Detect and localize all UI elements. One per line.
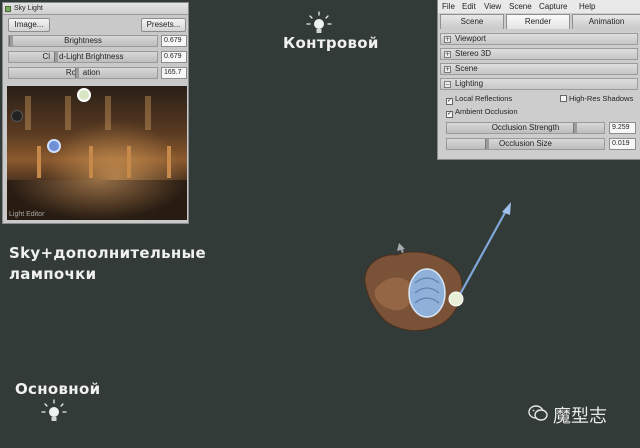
section-label: Scene [455,64,478,73]
expand-icon[interactable]: + [444,36,451,43]
light-handle[interactable] [448,291,464,307]
checkbox-label: Ambient Occlusion [455,107,518,116]
sky-lights-label-line1: Sky+дополнительные [9,244,206,262]
child-light-brightness-slider[interactable]: Cl d-Light Brightness [8,51,158,63]
sky-lights-label-line2: лампочки [9,265,97,283]
local-reflections-checkbox[interactable]: ✓ Local Reflections [446,94,512,105]
hdri-detail [167,146,171,178]
section-label: Stereo 3D [455,49,492,58]
hdri-detail [105,96,111,130]
light-editor-label: Light Editor [9,211,45,218]
occlusion-strength-label: Occlusion Strength [491,123,560,132]
checkmark-icon: ✓ [446,111,453,118]
tab-render[interactable]: Render [506,14,570,29]
brightness-value[interactable]: 0.679 [161,35,187,47]
section-lighting[interactable]: − Lighting [440,78,638,90]
brightness-label: Brightness [64,36,102,45]
menu-help[interactable]: Help [579,0,595,13]
selected-light-handle[interactable] [47,139,61,153]
checkbox-empty-icon [560,95,567,102]
environment-map-preview[interactable]: Light Editor [7,86,187,220]
hdri-detail [89,146,93,178]
ambient-occlusion-checkbox[interactable]: ✓ Ambient Occlusion [446,107,518,118]
wechat-icon [528,405,548,421]
child-light-brightness-row: Cl d-Light Brightness 0.679 [8,51,187,63]
occlusion-size-value[interactable]: 0.019 [609,138,636,150]
slider-knob[interactable] [9,36,13,46]
render-settings-panel: File Edit View Scene Capture Help Scene … [437,0,640,160]
sun-light-handle[interactable] [77,88,91,102]
model-viewport[interactable] [355,195,525,340]
hdri-detail [127,146,131,178]
collapse-icon[interactable] [5,6,11,12]
main-light-label: Основной [15,380,101,398]
slider-knob[interactable] [485,139,489,149]
tab-scene[interactable]: Scene [440,14,504,29]
slider-knob[interactable] [573,123,577,133]
expand-icon[interactable]: + [444,51,451,58]
child-light-brightness-value[interactable]: 0.679 [161,51,187,63]
checkbox-label: Local Reflections [455,94,513,103]
hdri-detail [145,96,151,130]
rotation-slider[interactable]: Ro ation [8,67,158,79]
menu-edit[interactable]: Edit [462,0,476,13]
back-light-label: Контровой [283,34,379,52]
occlusion-strength-value[interactable]: 9.259 [609,122,636,134]
light-direction-arrow-icon [502,202,511,215]
menu-scene[interactable]: Scene [509,0,532,13]
menu-file[interactable]: File [442,0,455,13]
main-light-bulb-icon[interactable] [41,399,67,425]
brightness-slider[interactable]: Brightness [8,35,158,47]
occlusion-size-slider[interactable]: Occlusion Size [446,138,605,150]
tab-animation[interactable]: Animation [572,14,640,29]
occlusion-strength-slider[interactable]: Occlusion Strength [446,122,605,134]
section-viewport[interactable]: + Viewport [440,33,638,45]
menu-capture[interactable]: Capture [539,0,567,13]
slider-knob[interactable] [54,52,58,62]
hdri-detail [65,96,71,130]
watermark-text: 魔型志 [553,406,607,427]
section-label: Lighting [455,79,484,88]
tab-bar: Scene Render Animation [440,14,640,29]
slider-knob[interactable] [75,68,79,78]
section-label: Viewport [455,34,486,43]
expand-icon[interactable]: + [444,66,451,73]
section-scene[interactable]: + Scene [440,63,638,75]
rotation-row: Ro ation 165.7 [8,67,187,79]
menu-bar: File Edit View Scene Capture Help [438,0,640,13]
sky-light-title: Sky Light [14,5,43,12]
sky-light-panel: Sky Light Image... Presets... Brightness… [2,2,189,224]
hdri-detail [37,146,41,178]
brightness-row: Brightness 0.679 [8,35,187,47]
section-stereo-3d[interactable]: + Stereo 3D [440,48,638,60]
high-res-shadows-checkbox[interactable]: High-Res Shadows [560,94,633,104]
image-button[interactable]: Image... [8,18,50,32]
occlusion-size-label: Occlusion Size [499,139,552,148]
checkmark-icon: ✓ [446,98,453,105]
presets-button[interactable]: Presets... [141,18,186,32]
rotation-value[interactable]: 165.7 [161,67,187,79]
menu-view[interactable]: View [484,0,501,13]
model-highlight [408,268,446,318]
light-handle[interactable] [11,110,23,122]
rotation-label: Ro ation [65,68,101,77]
gizmo-arrow-head-icon [397,243,405,251]
hdri-detail [25,96,31,130]
light-direction-line [457,208,508,299]
checkbox-label: High-Res Shadows [569,94,634,103]
collapse-icon[interactable]: − [444,81,451,88]
sky-light-title-bar: Sky Light [3,3,188,15]
